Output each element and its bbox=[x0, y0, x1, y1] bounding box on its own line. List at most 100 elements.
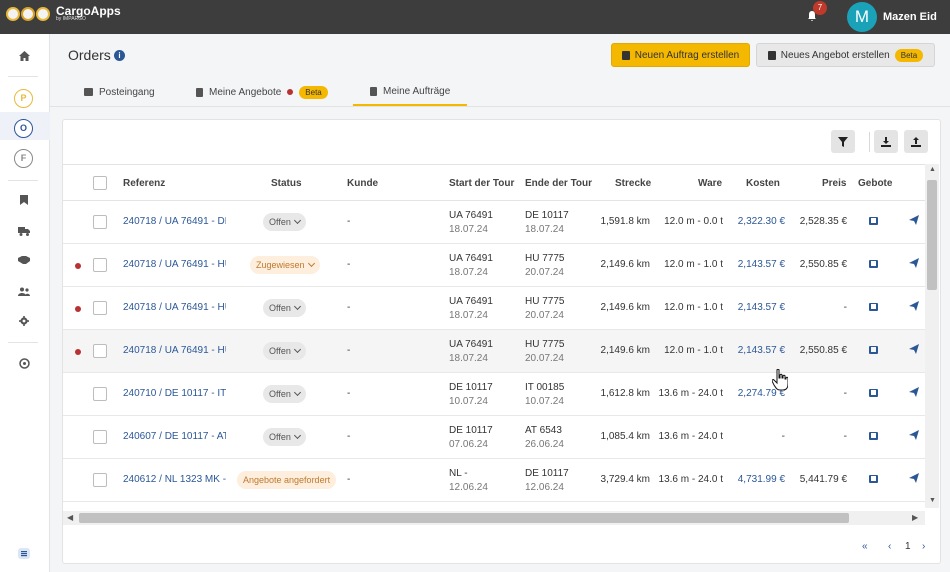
vertical-scrollbar[interactable]: ▲ ▼ bbox=[925, 164, 939, 508]
reference-link[interactable]: 240718 / UA 76491 - DE bbox=[123, 216, 226, 227]
tour-start-date: 18.07.24 bbox=[449, 224, 488, 235]
select-all-checkbox[interactable] bbox=[93, 176, 107, 190]
customer-cell: - bbox=[347, 259, 351, 270]
filter-button[interactable] bbox=[831, 130, 855, 153]
status-badge[interactable]: Angebote angefordert bbox=[237, 471, 337, 489]
bookmark-icon[interactable] bbox=[15, 191, 33, 209]
row-checkbox[interactable] bbox=[93, 301, 107, 315]
inbox-icon[interactable] bbox=[869, 432, 878, 440]
table-row[interactable]: 240710 / DE 10117 - IT Offen - DE 10117 10.0… bbox=[63, 373, 925, 416]
tour-start-date: 07.06.24 bbox=[449, 439, 488, 450]
column-header-strecke[interactable]: Strecke bbox=[615, 178, 651, 189]
column-header-start[interactable]: Start der Tour bbox=[449, 178, 514, 189]
cost-cell[interactable]: 2,143.57 € bbox=[738, 259, 785, 270]
tour-start-cell: UA 76491 18.07.24 bbox=[449, 209, 493, 237]
cost-cell[interactable]: 2,143.57 € bbox=[738, 302, 785, 313]
column-header-gebote[interactable]: Gebote bbox=[858, 178, 892, 189]
reference-link[interactable]: 240607 / DE 10117 - AT bbox=[123, 431, 226, 442]
truck-icon[interactable] bbox=[15, 222, 33, 240]
table-row[interactable]: 240612 / NL 1323 MK - Angebote angeforder… bbox=[63, 459, 925, 502]
tour-end-date: 10.07.24 bbox=[525, 396, 564, 407]
row-checkbox[interactable] bbox=[93, 215, 107, 229]
reference-link[interactable]: 240710 / DE 10117 - IT bbox=[123, 388, 226, 399]
tab-meine-angebote[interactable]: Meine Angebote Beta bbox=[196, 78, 328, 106]
send-icon[interactable] bbox=[909, 473, 919, 486]
cost-cell[interactable]: 2,143.57 € bbox=[738, 345, 785, 356]
table-row[interactable]: 240607 / DE 10117 - AT Offen - DE 10117 07.0… bbox=[63, 416, 925, 459]
scroll-left-arrow-icon[interactable]: ◀ bbox=[67, 513, 73, 522]
table-row[interactable]: 240718 / UA 76491 - DE Offen - UA 76491 18.0… bbox=[63, 201, 925, 244]
send-icon[interactable] bbox=[909, 430, 919, 443]
avatar[interactable]: M bbox=[847, 2, 877, 32]
gear-icon[interactable] bbox=[15, 312, 33, 330]
table-row[interactable]: 240718 / UA 76491 - HU Zugewiesen - UA 7649… bbox=[63, 244, 925, 287]
reference-link[interactable]: 240718 / UA 76491 - HU bbox=[123, 345, 226, 356]
new-offer-button[interactable]: Neues Angebot erstellen Beta bbox=[756, 43, 935, 67]
reference-link[interactable]: 240718 / UA 76491 - HU bbox=[123, 259, 226, 270]
tab-meine-auftraege[interactable]: Meine Aufträge bbox=[353, 78, 467, 106]
download-button[interactable] bbox=[874, 130, 898, 153]
sidebar-item-p[interactable]: P bbox=[14, 89, 33, 108]
column-header-kunde[interactable]: Kunde bbox=[347, 178, 378, 189]
horizontal-scroll-thumb[interactable] bbox=[79, 513, 849, 523]
table-row[interactable]: 240718 / UA 76491 - HU Offen - UA 76491 18.0… bbox=[63, 287, 925, 330]
inbox-icon[interactable] bbox=[869, 389, 878, 397]
table-row[interactable]: 240718 / UA 76491 - HU Offen - UA 76491 18.0… bbox=[63, 330, 925, 373]
row-checkbox[interactable] bbox=[93, 258, 107, 272]
send-icon[interactable] bbox=[909, 301, 919, 314]
column-header-referenz[interactable]: Referenz bbox=[123, 178, 165, 189]
send-icon[interactable] bbox=[909, 258, 919, 271]
status-badge[interactable]: Offen bbox=[263, 428, 306, 446]
send-icon[interactable] bbox=[909, 215, 919, 228]
sidebar-item-f[interactable]: F bbox=[14, 149, 33, 168]
scroll-down-arrow-icon[interactable]: ▼ bbox=[929, 497, 936, 504]
cost-cell[interactable]: 4,731.99 € bbox=[738, 474, 785, 485]
brand-logo[interactable]: CargoApps by IMPARGO bbox=[6, 5, 121, 22]
horizontal-scrollbar[interactable]: ◀ ▶ bbox=[63, 511, 925, 525]
home-icon[interactable] bbox=[15, 47, 33, 65]
new-order-button[interactable]: Neuen Auftrag erstellen bbox=[611, 43, 750, 67]
cost-cell[interactable]: 2,322.30 € bbox=[738, 216, 785, 227]
status-badge[interactable]: Offen bbox=[263, 213, 306, 231]
column-header-preis[interactable]: Preis bbox=[822, 178, 846, 189]
cost-cell: - bbox=[781, 431, 785, 442]
user-name[interactable]: Mazen Eid bbox=[883, 11, 937, 23]
pagination-first[interactable]: « bbox=[862, 541, 868, 552]
inbox-icon[interactable] bbox=[869, 260, 878, 268]
pagination-prev[interactable]: ‹ bbox=[888, 541, 891, 552]
column-header-ende[interactable]: Ende der Tour bbox=[525, 178, 592, 189]
send-icon[interactable] bbox=[909, 344, 919, 357]
status-badge[interactable]: Zugewiesen bbox=[250, 256, 320, 274]
sidebar-item-o[interactable]: O bbox=[14, 119, 33, 138]
inbox-icon[interactable] bbox=[869, 346, 878, 354]
reference-link[interactable]: 240612 / NL 1323 MK - bbox=[123, 474, 226, 485]
inbox-icon[interactable] bbox=[869, 217, 878, 225]
vertical-scroll-thumb[interactable] bbox=[927, 180, 937, 290]
pagination-current-page[interactable]: 1 bbox=[905, 541, 911, 552]
status-badge[interactable]: Offen bbox=[263, 299, 306, 317]
chevron-down-icon bbox=[307, 259, 315, 268]
row-checkbox[interactable] bbox=[93, 473, 107, 487]
info-icon[interactable]: i bbox=[114, 50, 125, 61]
tab-posteingang[interactable]: Posteingang bbox=[84, 78, 155, 106]
handshake-icon[interactable] bbox=[15, 251, 33, 269]
column-header-kosten[interactable]: Kosten bbox=[746, 178, 780, 189]
column-header-ware[interactable]: Ware bbox=[698, 178, 722, 189]
column-header-status[interactable]: Status bbox=[271, 178, 302, 189]
send-icon[interactable] bbox=[909, 387, 919, 400]
upload-button[interactable] bbox=[904, 130, 928, 153]
users-icon[interactable] bbox=[15, 282, 33, 300]
expand-menu-icon[interactable] bbox=[15, 544, 33, 562]
support-icon[interactable] bbox=[15, 354, 33, 372]
inbox-icon[interactable] bbox=[869, 475, 878, 483]
status-badge[interactable]: Offen bbox=[263, 342, 306, 360]
inbox-icon[interactable] bbox=[869, 303, 878, 311]
scroll-right-arrow-icon[interactable]: ▶ bbox=[912, 513, 918, 522]
pagination-next[interactable]: › bbox=[922, 541, 925, 552]
row-checkbox[interactable] bbox=[93, 430, 107, 444]
row-checkbox[interactable] bbox=[93, 387, 107, 401]
reference-link[interactable]: 240718 / UA 76491 - HU bbox=[123, 302, 226, 313]
scroll-up-arrow-icon[interactable]: ▲ bbox=[929, 166, 936, 173]
row-checkbox[interactable] bbox=[93, 344, 107, 358]
status-badge[interactable]: Offen bbox=[263, 385, 306, 403]
